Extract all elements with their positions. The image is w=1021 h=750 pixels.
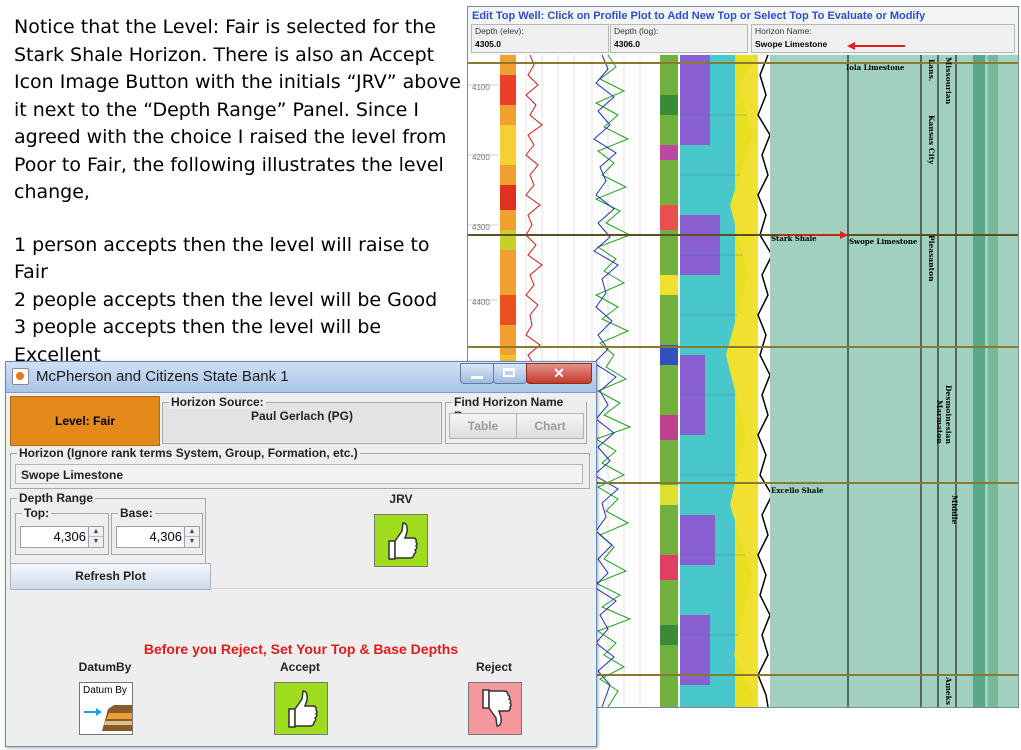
top-depth-group: Top: 4,306 ▲ ▼	[15, 506, 109, 555]
level-indicator: Level: Fair	[10, 396, 160, 446]
spinner-down-icon[interactable]: ▼	[185, 537, 199, 546]
depth-range-panel: Depth Range Top: 4,306 ▲ ▼ Base: 4,306 ▲ ▼	[10, 491, 206, 564]
depth-elev-field[interactable]: Depth (elev): 4305.0	[471, 24, 609, 53]
depth-log-value: 4306.0	[614, 39, 640, 49]
depth-elev-value: 4305.0	[475, 39, 501, 49]
depth-tick-label: 4100	[472, 83, 490, 92]
strat-label: Missourian	[944, 57, 953, 105]
reject-button[interactable]	[468, 682, 522, 735]
jrv-label: JRV	[389, 492, 413, 506]
horizon-name-input[interactable]: Swope Limestone	[15, 464, 583, 484]
level-label: Level: Fair	[54, 414, 116, 428]
base-depth-spinner[interactable]: 4,306 ▲ ▼	[116, 526, 200, 548]
base-depth-label: Base:	[118, 506, 155, 520]
java-app-icon	[12, 368, 29, 385]
horizon-evaluation-dialog: McPherson and Citizens State Bank 1 ✕ Le…	[5, 361, 597, 747]
rule-line: 1 person accepts then the level will rai…	[14, 233, 430, 284]
strat-label: Kansas City	[927, 115, 936, 165]
reject-label: Reject	[475, 660, 513, 674]
thumbs-down-icon	[482, 689, 512, 727]
depth-log-field[interactable]: Depth (log): 4306.0	[610, 24, 748, 53]
top-label: Iola Limestone	[846, 63, 905, 72]
rule-line: 2 people accepts then the level will be …	[14, 288, 438, 311]
spinner-down-icon[interactable]: ▼	[89, 537, 103, 546]
strat-label: Ameks	[944, 676, 953, 705]
depth-elev-label: Depth (elev):	[475, 26, 524, 36]
note-line: it next to the “Depth Range” Panel. Sinc…	[14, 98, 420, 121]
divider	[6, 588, 596, 589]
depth-tick-label: 4300	[472, 223, 490, 232]
table-button[interactable]: Table	[449, 413, 517, 439]
strat-label: Desmoinesian	[944, 385, 953, 444]
top-label: Swope Limestone	[849, 237, 918, 246]
horizon-name-field[interactable]: Horizon Name: Swope Limestone	[751, 24, 1015, 53]
depth-log-label: Depth (log):	[614, 26, 659, 36]
thumbs-up-icon	[388, 522, 418, 560]
top-label: Stark Shale	[771, 234, 817, 243]
maximize-icon	[503, 368, 515, 377]
refresh-plot-button[interactable]: Refresh Plot	[10, 563, 211, 590]
minimize-icon	[471, 376, 483, 379]
horizon-panel: Horizon (Ignore rank terms System, Group…	[10, 446, 590, 489]
note-line: Icon Image Button with the initials “JRV…	[14, 71, 461, 93]
strat-label: Marmaton	[935, 400, 944, 444]
top-depth-value: 4,306	[53, 529, 86, 544]
datum-layers-icon	[84, 705, 132, 731]
chart-button[interactable]: Chart	[516, 413, 584, 439]
annotation-text: Notice that the Level: Fair is selected …	[14, 14, 469, 369]
thumbs-up-icon	[288, 690, 318, 728]
accept-button[interactable]	[274, 682, 328, 735]
spinner-arrows[interactable]: ▲ ▼	[184, 527, 199, 547]
horizon-name-value: Swope Limestone	[755, 39, 828, 49]
close-icon: ✕	[553, 365, 565, 381]
minimize-button[interactable]	[460, 363, 494, 384]
horizon-label: Horizon (Ignore rank terms System, Group…	[17, 446, 360, 460]
dialog-titlebar[interactable]: McPherson and Citizens State Bank 1 ✕	[6, 362, 596, 393]
base-depth-group: Base: 4,306 ▲ ▼	[111, 506, 203, 555]
top-depth-spinner[interactable]: 4,306 ▲ ▼	[20, 526, 104, 548]
jrv-accept-button[interactable]	[374, 514, 428, 567]
spinner-up-icon[interactable]: ▲	[185, 527, 199, 537]
spinner-arrows[interactable]: ▲ ▼	[88, 527, 103, 547]
note-line: Stark Shale Horizon. There is also an Ac…	[14, 43, 435, 66]
datum-label: DatumBy	[78, 660, 132, 674]
depth-tick-label: 4400	[472, 298, 490, 307]
note-line: agreed with the choice I raised the leve…	[14, 126, 447, 148]
dialog-title: McPherson and Citizens State Bank 1	[36, 368, 289, 385]
top-label: Excello Shale	[771, 486, 824, 495]
top-depth-label: Top:	[22, 506, 52, 520]
datum-by-button[interactable]: Datum By	[79, 682, 133, 735]
note-line: Poor to Fair, the following illustrates …	[14, 153, 444, 176]
note-line: change,	[14, 181, 90, 203]
strat-label: Lans.	[927, 59, 936, 81]
depth-range-label: Depth Range	[17, 491, 96, 505]
base-depth-value: 4,306	[149, 529, 182, 544]
depth-tick-label: 4200	[472, 153, 490, 162]
red-arrow-icon	[847, 42, 905, 50]
log-window-title: Edit Top Well: Click on Profile Plot to …	[472, 10, 926, 22]
strat-label: Middle	[950, 495, 959, 524]
note-line: Notice that the Level: Fair is selected …	[14, 16, 436, 38]
horizon-source-value: Paul Gerlach (PG)	[250, 409, 354, 423]
accept-label: Accept	[279, 660, 320, 674]
spinner-up-icon[interactable]: ▲	[89, 527, 103, 537]
maximize-button[interactable]	[493, 363, 527, 384]
horizon-source-panel: Horizon Source: Paul Gerlach (PG)	[162, 395, 442, 444]
strat-label: Pleasanton	[927, 235, 936, 282]
close-button[interactable]: ✕	[526, 363, 592, 384]
find-horizon-panel: Find Horizon Name By: Table Chart	[445, 395, 587, 444]
horizon-name-label: Horizon Name:	[755, 26, 812, 36]
horizon-source-label: Horizon Source:	[169, 395, 266, 409]
reject-warning: Before you Reject, Set Your Top & Base D…	[143, 641, 459, 657]
